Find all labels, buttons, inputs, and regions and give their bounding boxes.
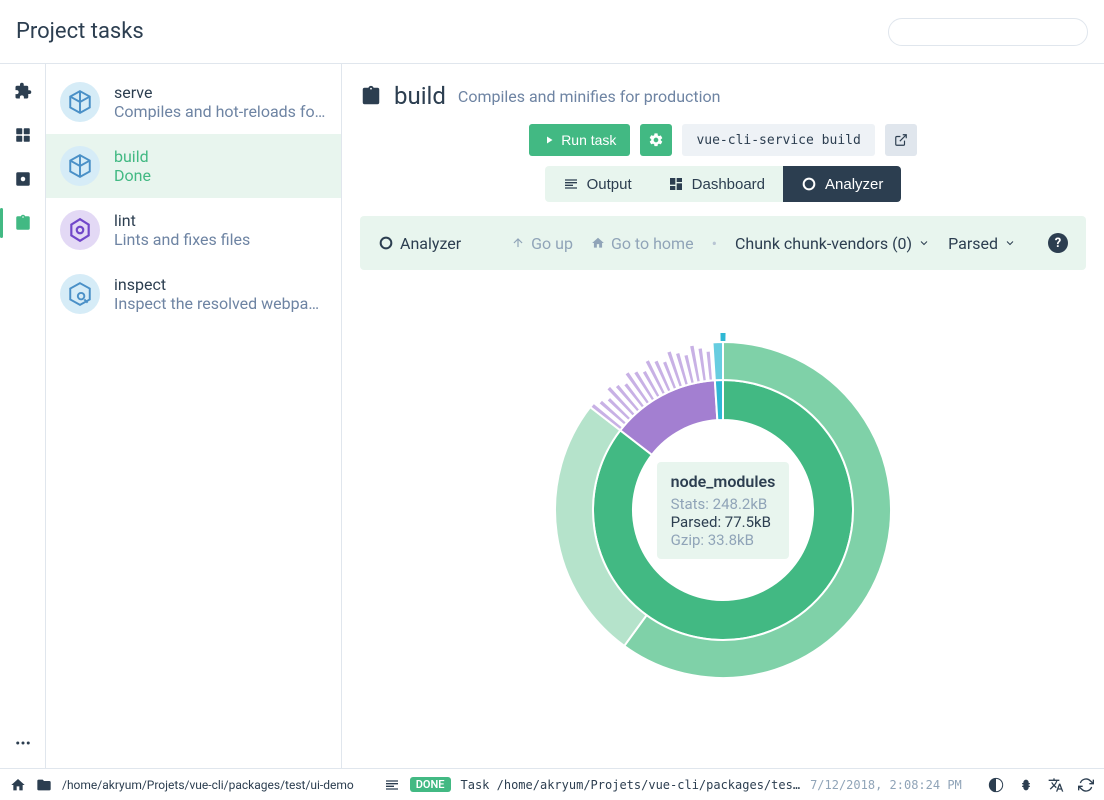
- footer-time: 7/12/2018, 2:08:24 PM: [810, 778, 962, 792]
- tooltip-stats: Stats: 248.2kB: [671, 495, 776, 513]
- analyzer-title: Analyzer: [400, 234, 461, 253]
- task-desc: Done: [114, 166, 151, 185]
- go-up-label: Go up: [531, 234, 573, 253]
- task-icon: [60, 274, 100, 314]
- task-desc: Inspect the resolved webpac…: [114, 294, 327, 313]
- footer-path[interactable]: /home/akryum/Projets/vue-cli/packages/te…: [62, 778, 354, 792]
- chevron-down-icon: [1004, 237, 1016, 249]
- mode-label: Parsed: [948, 234, 998, 253]
- header: Project tasks: [0, 0, 1104, 64]
- task-name: lint: [114, 211, 250, 230]
- task-name: inspect: [114, 275, 327, 294]
- task-title: build: [394, 82, 446, 110]
- task-list: serve Compiles and hot-reloads fo… build…: [46, 64, 342, 768]
- main-panel: build Compiles and minifies for producti…: [342, 64, 1104, 768]
- analyzer-toolbar: Analyzer Go up Go to home • Chunk chunk-…: [360, 216, 1086, 270]
- tab-dashboard-label: Dashboard: [692, 176, 765, 193]
- rail-dependencies-icon[interactable]: [12, 124, 34, 146]
- run-task-label: Run task: [561, 132, 616, 148]
- analyzer-chart[interactable]: node_modules Stats: 248.2kB Parsed: 77.5…: [360, 270, 1086, 750]
- mode-selector[interactable]: Parsed: [948, 234, 1016, 253]
- bug-icon[interactable]: [1018, 777, 1034, 793]
- tab-output-label: Output: [587, 176, 632, 193]
- task-settings-button[interactable]: [640, 124, 672, 156]
- tab-analyzer[interactable]: Analyzer: [783, 166, 901, 202]
- task-item-build[interactable]: build Done: [46, 134, 341, 198]
- home-icon[interactable]: [10, 777, 26, 793]
- task-item-inspect[interactable]: inspect Inspect the resolved webpac…: [46, 262, 341, 326]
- task-subtitle: Compiles and minifies for production: [458, 87, 721, 106]
- tooltip-parsed: Parsed: 77.5kB: [671, 513, 776, 531]
- task-desc: Compiles and hot-reloads fo…: [114, 102, 325, 121]
- tooltip-gzip: Gzip: 33.8kB: [671, 531, 776, 549]
- go-up-button[interactable]: Go up: [511, 234, 573, 253]
- task-item-lint[interactable]: lint Lints and fixes files: [46, 198, 341, 262]
- search-input[interactable]: [888, 18, 1088, 46]
- sidebar-rail: [0, 64, 46, 768]
- task-command[interactable]: vue-cli-service build: [682, 124, 874, 156]
- status-badge: DONE: [410, 777, 451, 792]
- page-title: Project tasks: [16, 19, 144, 44]
- task-name: build: [114, 147, 151, 166]
- help-button[interactable]: ?: [1048, 233, 1068, 253]
- translate-icon[interactable]: [1048, 777, 1064, 793]
- clipboard-icon: [360, 85, 382, 107]
- refresh-icon[interactable]: [1078, 777, 1094, 793]
- open-external-button[interactable]: [885, 124, 917, 156]
- chart-tooltip: node_modules Stats: 248.2kB Parsed: 77.5…: [657, 462, 790, 559]
- rail-config-icon[interactable]: [12, 168, 34, 190]
- rail-more-icon[interactable]: [12, 732, 34, 754]
- task-item-serve[interactable]: serve Compiles and hot-reloads fo…: [46, 70, 341, 134]
- chunk-label: Chunk chunk-vendors (0): [735, 234, 912, 253]
- chunk-selector[interactable]: Chunk chunk-vendors (0): [735, 234, 930, 253]
- task-icon: [60, 82, 100, 122]
- status-bar: /home/akryum/Projets/vue-cli/packages/te…: [0, 768, 1104, 800]
- task-name: serve: [114, 83, 325, 102]
- task-desc: Lints and fixes files: [114, 230, 250, 249]
- chevron-down-icon: [918, 237, 930, 249]
- folder-icon[interactable]: [36, 777, 52, 793]
- view-tabs: Output Dashboard Analyzer: [545, 166, 902, 202]
- log-icon[interactable]: [384, 777, 400, 793]
- tab-output[interactable]: Output: [545, 166, 650, 202]
- donut-icon: [378, 235, 394, 251]
- go-home-label: Go to home: [611, 234, 694, 253]
- run-task-button[interactable]: Run task: [529, 124, 630, 156]
- theme-icon[interactable]: [988, 777, 1004, 793]
- go-home-button[interactable]: Go to home: [591, 234, 694, 253]
- rail-tasks-icon[interactable]: [12, 212, 34, 234]
- task-icon: [60, 210, 100, 250]
- tab-dashboard[interactable]: Dashboard: [650, 166, 783, 202]
- footer-task: Task /home/akryum/Projets/vue-cli/packag…: [461, 778, 801, 792]
- task-icon: [60, 146, 100, 186]
- rail-plugins-icon[interactable]: [12, 80, 34, 102]
- tooltip-title: node_modules: [671, 472, 776, 491]
- tab-analyzer-label: Analyzer: [825, 176, 883, 193]
- separator: •: [712, 234, 717, 253]
